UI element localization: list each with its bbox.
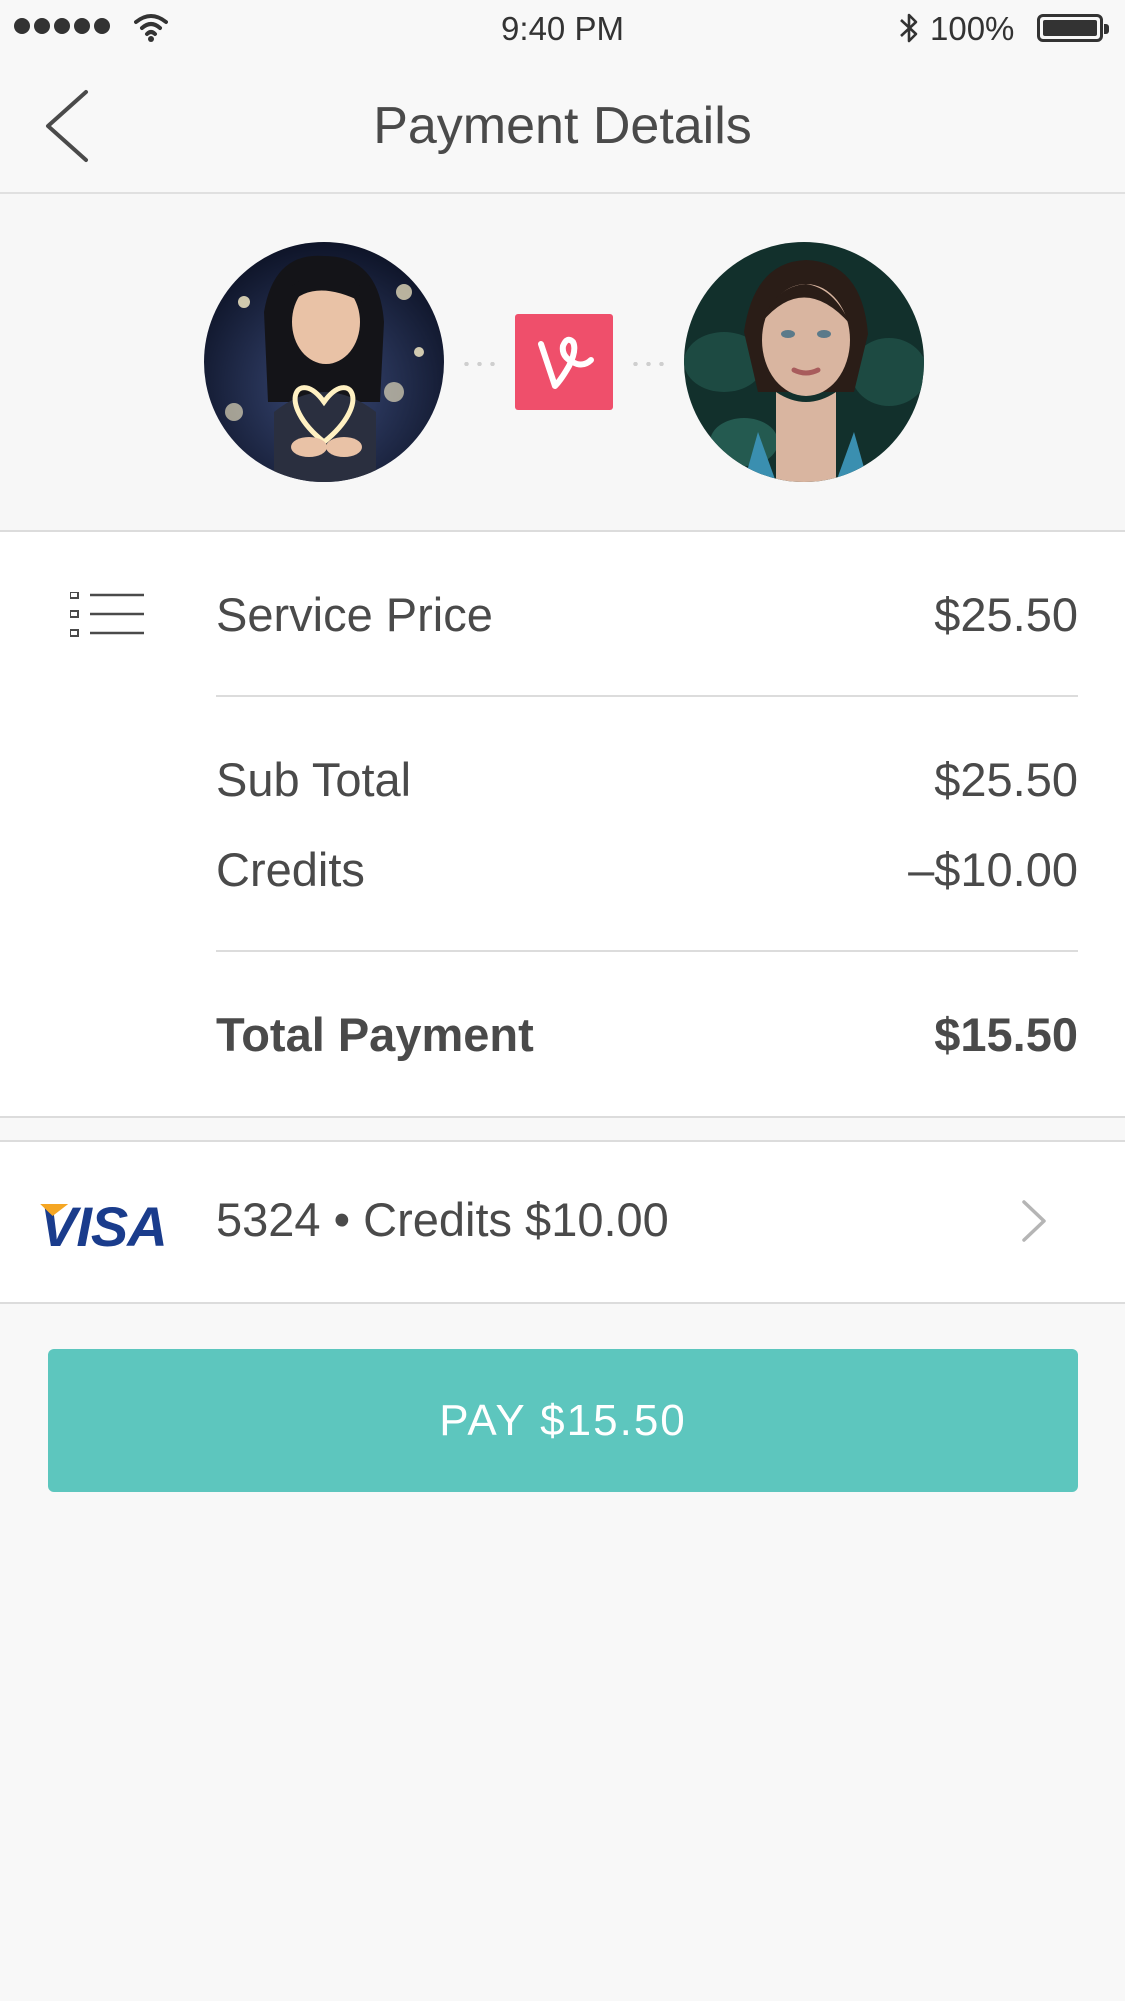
payment-method-detail: 5324 • Credits $10.00 <box>216 1193 669 1246</box>
battery-icon <box>1037 14 1109 42</box>
participants-header <box>0 194 1125 532</box>
connector-dots <box>460 362 500 366</box>
price-summary: Service Price $25.50 Sub Total $25.50 Cr… <box>0 532 1125 1118</box>
total-payment-value: $15.50 <box>934 1008 1078 1061</box>
battery-percentage: 100% <box>930 10 1015 47</box>
service-price-row: Service Price $25.50 <box>216 587 1078 642</box>
service-price-value: $25.50 <box>934 588 1078 641</box>
service-price-label: Service Price <box>216 588 493 641</box>
total-payment-row: Total Payment $15.50 <box>216 1007 1078 1062</box>
credits-value: –$10.00 <box>908 843 1078 896</box>
bluetooth-icon <box>900 13 918 43</box>
navigation-bar: Payment Details <box>0 60 1125 194</box>
list-icon <box>70 592 144 637</box>
subtotal-label: Sub Total <box>216 753 412 806</box>
credits-label: Credits <box>216 843 365 896</box>
visa-logo: VISA <box>40 1194 168 1259</box>
sender-avatar <box>204 242 444 482</box>
chevron-right-icon <box>1022 1200 1046 1242</box>
status-bar: 9:40 PM 100% <box>0 0 1125 60</box>
connector-dots <box>629 362 669 366</box>
total-payment-label: Total Payment <box>216 1008 534 1061</box>
payment-method-row[interactable]: VISA 5324 • Credits $10.00 <box>0 1140 1125 1304</box>
divider <box>216 950 1078 952</box>
subtotal-row: Sub Total $25.50 <box>216 752 1078 807</box>
credits-row: Credits –$10.00 <box>216 842 1078 897</box>
subtotal-value: $25.50 <box>934 753 1078 806</box>
vine-logo <box>515 314 613 410</box>
divider <box>216 695 1078 697</box>
pay-button[interactable]: PAY $15.50 <box>48 1349 1078 1492</box>
recipient-avatar <box>684 242 924 482</box>
page-title: Payment Details <box>373 97 752 155</box>
